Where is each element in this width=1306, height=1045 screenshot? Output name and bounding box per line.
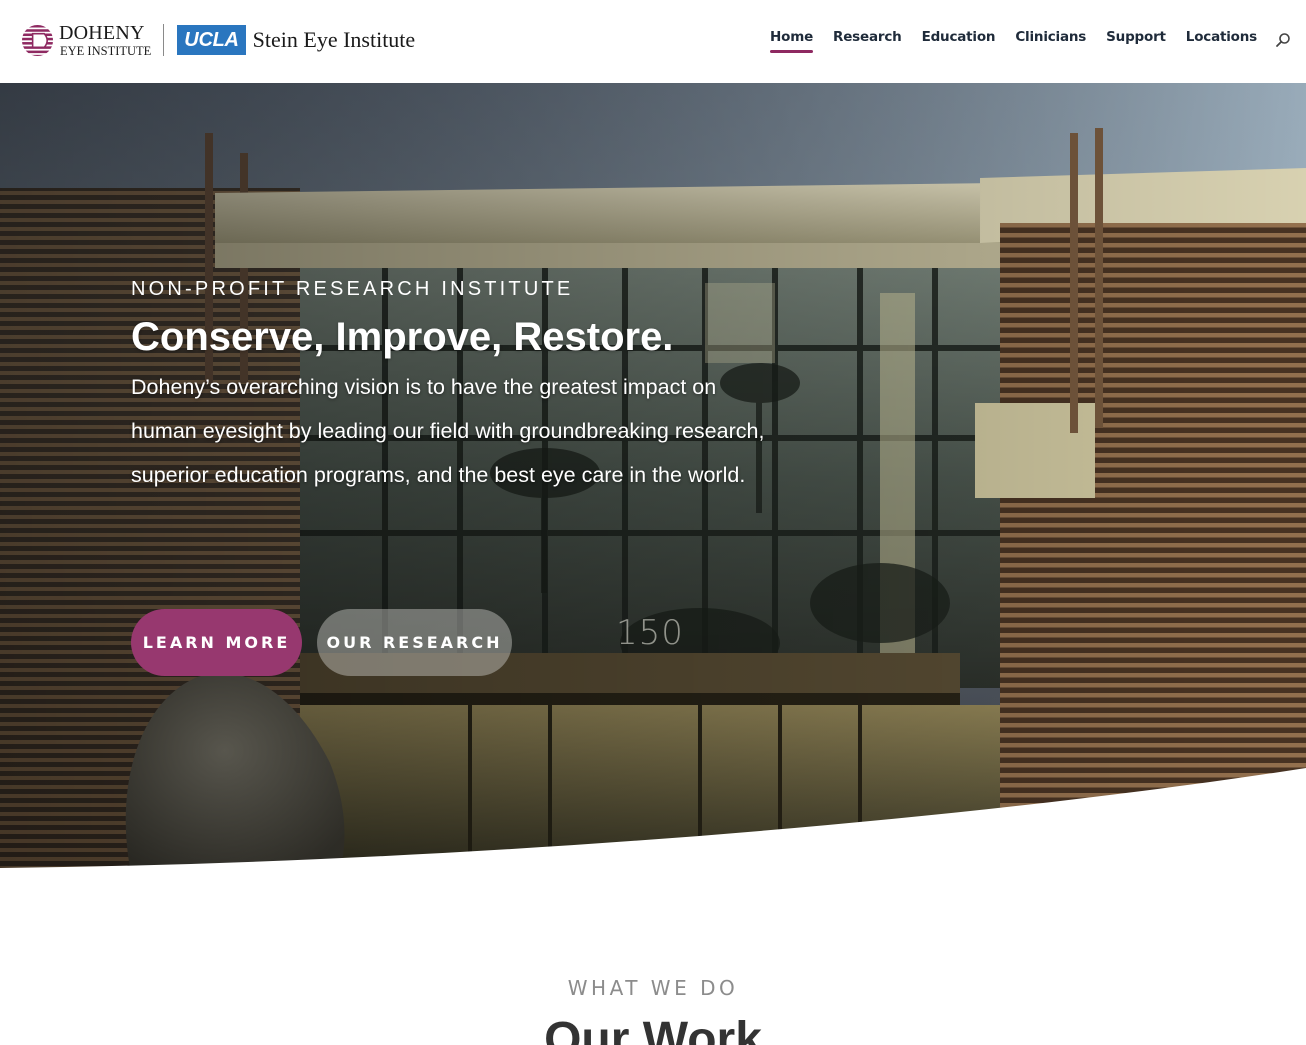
doheny-subtitle: EYE INSTITUTE — [60, 43, 152, 58]
site-header: DOHENY EYE INSTITUTE UCLA Stein Eye Inst… — [0, 0, 1306, 83]
hero-section: 150 NON-PROFIT RESEARCH INSTITUTE Conser… — [0, 83, 1306, 868]
stein-wordmark: Stein Eye Institute — [252, 27, 416, 52]
learn-more-button[interactable]: LEARN MORE — [131, 609, 302, 676]
nav-item-education[interactable]: Education — [922, 29, 996, 53]
logo-divider — [163, 24, 165, 56]
hero-title: Conserve, Improve, Restore. — [131, 315, 674, 359]
search-icon[interactable] — [1275, 32, 1291, 48]
nav-item-clinicians[interactable]: Clinicians — [1015, 29, 1086, 53]
nav-item-support[interactable]: Support — [1106, 29, 1166, 53]
main-nav: Home Research Education Clinicians Suppo… — [750, 29, 1257, 53]
doheny-eye-logo-icon — [21, 24, 54, 56]
hero-eyebrow: NON-PROFIT RESEARCH INSTITUTE — [131, 278, 574, 300]
our-research-button[interactable]: OUR RESEARCH — [317, 609, 512, 676]
site-logo[interactable]: DOHENY EYE INSTITUTE UCLA Stein Eye Inst… — [21, 20, 415, 60]
ucla-badge: UCLA — [177, 25, 246, 55]
section-title: Our Work — [544, 1013, 762, 1045]
nav-item-locations[interactable]: Locations — [1186, 29, 1257, 53]
section-eyebrow: WHAT WE DO — [567, 976, 739, 1000]
hero-description: Doheny’s overarching vision is to have t… — [131, 375, 765, 487]
doheny-name: DOHENY — [59, 21, 145, 44]
nav-item-research[interactable]: Research — [833, 29, 902, 53]
doheny-wordmark: DOHENY EYE INSTITUTE — [59, 23, 151, 58]
hero-content: NON-PROFIT RESEARCH INSTITUTE Conserve, … — [131, 278, 791, 497]
nav-item-home[interactable]: Home — [770, 29, 813, 53]
building-sign: 150 — [616, 613, 684, 653]
